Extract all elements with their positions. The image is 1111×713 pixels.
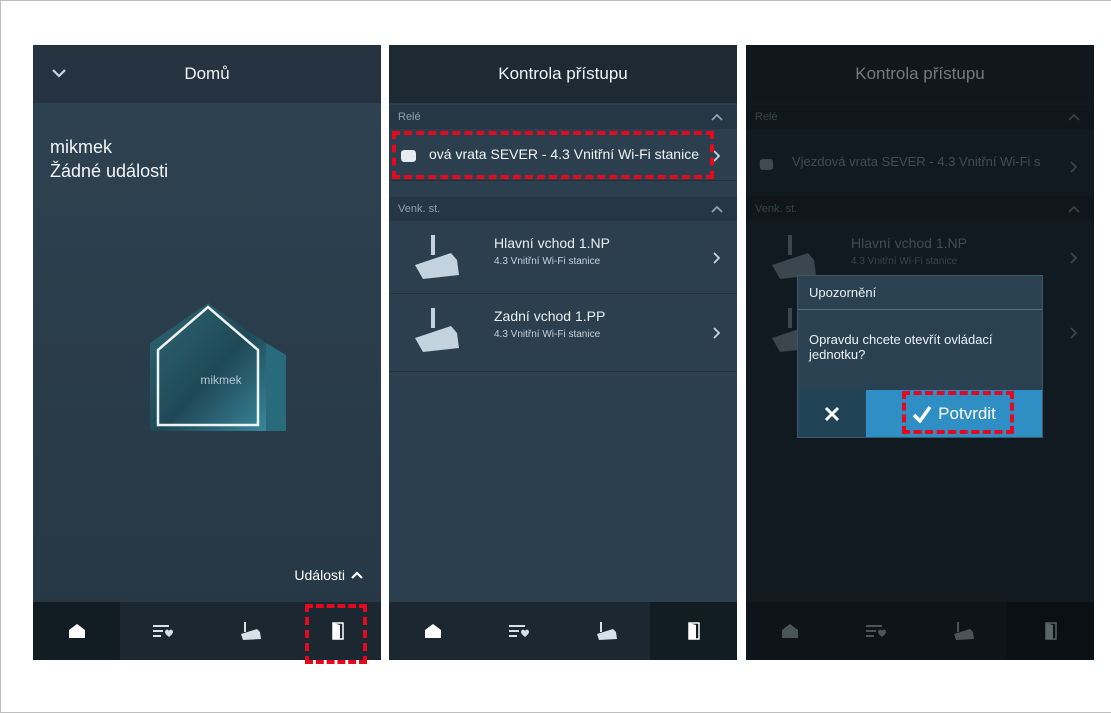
page-title: Kontrola přístupu — [855, 64, 985, 83]
station-title: Zadní vchod 1.PP — [494, 308, 606, 324]
chevron-right-icon — [713, 252, 721, 264]
highlight-confirm-button — [902, 391, 1014, 434]
camera-icon — [596, 622, 617, 640]
relay-item: Vjezdová vrata SEVER - 4.3 Vnitřní Wi-Fi… — [746, 129, 1094, 197]
chevron-right-icon — [713, 327, 721, 339]
nav-events — [833, 602, 920, 660]
door-icon — [687, 622, 700, 640]
page-title: Domů — [184, 64, 230, 83]
chevron-up-icon — [1068, 113, 1080, 121]
events-list-icon — [508, 625, 529, 637]
dialog-message: Opravdu chcete otevřít ovládací jednotku… — [809, 332, 993, 362]
chevron-right-icon — [1070, 327, 1078, 339]
chevron-up-icon — [711, 205, 723, 213]
nav-events[interactable] — [120, 602, 207, 660]
events-toggle[interactable]: Události — [294, 567, 363, 583]
chevron-right-icon — [1070, 161, 1078, 173]
chevron-right-icon — [1070, 252, 1078, 264]
confirm-screen: Kontrola přístupu Relé Vjezdová vrata SE… — [746, 45, 1094, 660]
nav-cameras[interactable] — [563, 602, 650, 660]
home-header: Domů — [33, 45, 381, 103]
nav-access[interactable] — [650, 602, 737, 660]
section-label: Venk. st. — [755, 203, 798, 215]
chevron-down-icon[interactable] — [51, 65, 67, 81]
bottom-nav — [389, 602, 737, 660]
bottom-nav — [746, 602, 1094, 660]
page-title: Kontrola přístupu — [498, 64, 628, 83]
home-icon — [781, 624, 798, 638]
door-icon — [1044, 622, 1057, 640]
nav-access — [1007, 602, 1094, 660]
outdoor-section-header: Venk. st. — [746, 197, 1094, 221]
nav-cameras[interactable] — [207, 602, 294, 660]
highlight-relay-item — [392, 131, 714, 179]
nav-cameras — [920, 602, 1007, 660]
relay-section-header[interactable]: Relé — [389, 105, 737, 129]
home-icon — [424, 624, 441, 638]
station-subtitle: 4.3 Vnitřní Wi-Fi stanice — [494, 329, 601, 340]
chevron-up-icon — [711, 113, 723, 121]
camera-icon — [953, 622, 974, 640]
highlight-door-nav — [305, 604, 367, 664]
home-screen: Domů mikmek Žádné události mikmek Událos… — [33, 45, 381, 660]
home-icon — [68, 624, 85, 638]
chevron-up-icon — [351, 570, 363, 579]
events-label: Události — [294, 567, 345, 583]
nav-events[interactable] — [476, 602, 563, 660]
dialog-title: Upozornění — [798, 276, 1042, 310]
station-title: Hlavní vchod 1.NP — [494, 235, 610, 251]
access-header: Kontrola přístupu — [746, 45, 1094, 103]
section-label: Relé — [398, 111, 421, 123]
nav-home[interactable] — [389, 602, 476, 660]
house-button[interactable]: mikmek — [146, 303, 296, 448]
station-row[interactable]: Zadní vchod 1.PP 4.3 Vnitřní Wi-Fi stani… — [389, 294, 737, 372]
camera-icon — [415, 235, 459, 279]
camera-icon — [240, 622, 261, 640]
nav-home[interactable] — [33, 602, 120, 660]
chevron-right-icon — [713, 150, 721, 162]
station-title: Hlavní vchod 1.NP — [851, 235, 967, 251]
cancel-button[interactable] — [798, 390, 866, 437]
section-label: Venk. st. — [398, 203, 441, 215]
relay-section-header: Relé — [746, 105, 1094, 129]
station-subtitle: 4.3 Vnitřní Wi-Fi stanice — [851, 256, 958, 267]
station-row[interactable]: Hlavní vchod 1.NP 4.3 Vnitřní Wi-Fi stan… — [389, 221, 737, 294]
section-label: Relé — [755, 111, 778, 123]
house-label: mikmek — [200, 373, 242, 387]
close-icon — [824, 406, 840, 421]
events-list-icon — [865, 625, 886, 637]
events-list-icon — [152, 625, 173, 637]
camera-icon — [415, 308, 459, 352]
nav-home — [746, 602, 833, 660]
chevron-up-icon — [1068, 205, 1080, 213]
outdoor-section-header[interactable]: Venk. st. — [389, 197, 737, 221]
relay-hand-icon — [759, 159, 774, 170]
no-events-text: Žádné události — [50, 161, 169, 181]
access-header: Kontrola přístupu — [389, 45, 737, 103]
station-subtitle: 4.3 Vnitřní Wi-Fi stanice — [494, 256, 601, 267]
home-name: mikmek — [50, 137, 112, 157]
relay-item-label: Vjezdová vrata SEVER - 4.3 Vnitřní Wi-Fi… — [792, 154, 1041, 169]
